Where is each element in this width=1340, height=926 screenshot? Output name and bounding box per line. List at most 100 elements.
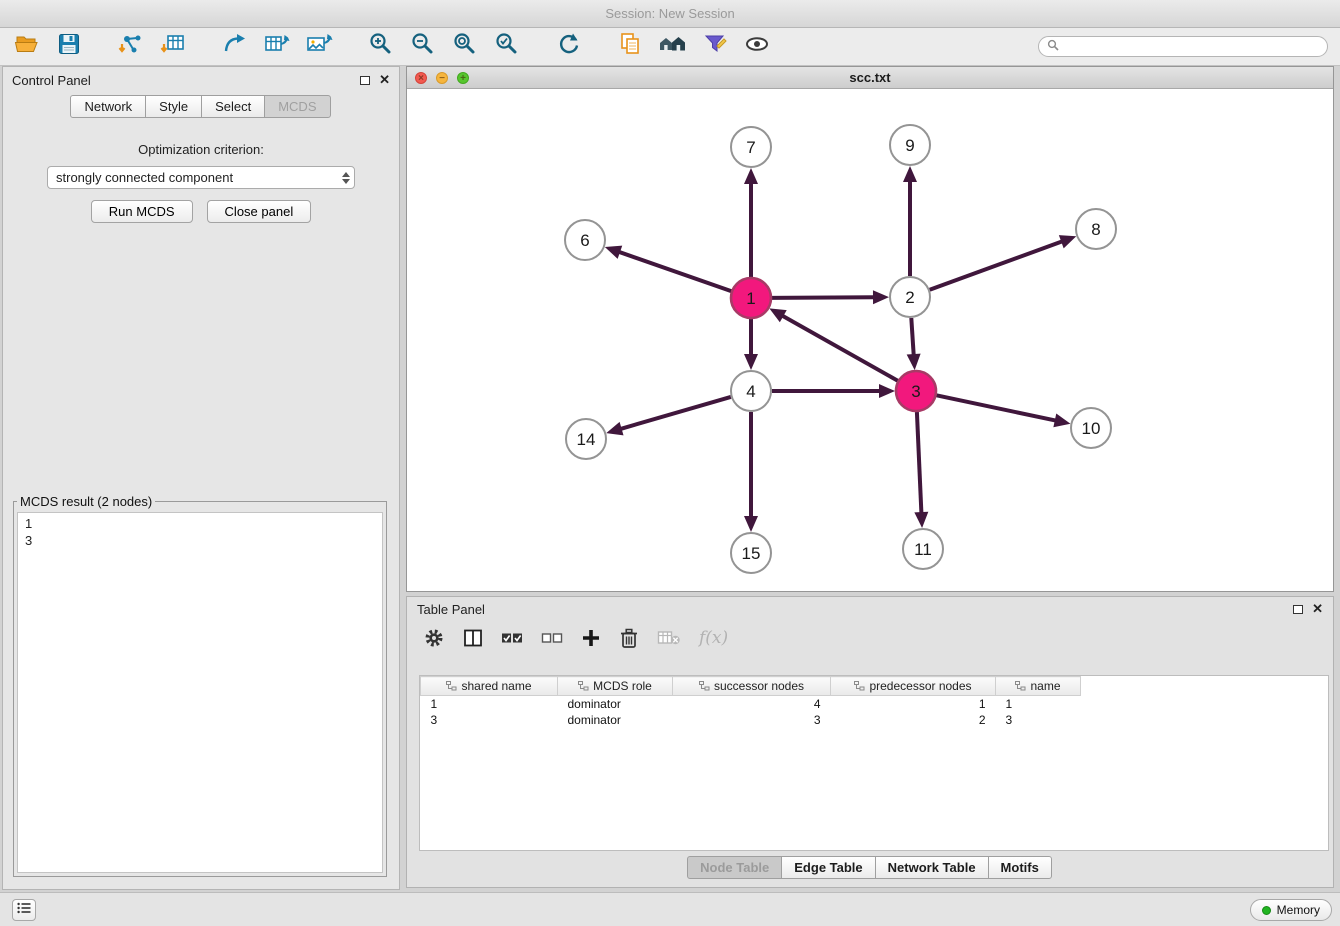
tab-select[interactable]: Select — [201, 95, 265, 118]
share-network-button[interactable] — [220, 33, 250, 61]
table-row[interactable]: 3dominator323 — [421, 712, 1101, 728]
import-network-button[interactable] — [116, 33, 146, 61]
edge-1-2[interactable] — [772, 297, 874, 298]
minimize-window-icon[interactable]: − — [436, 72, 448, 84]
column-header-predecessor-nodes[interactable]: predecessor nodes — [831, 677, 996, 696]
filter-icon — [702, 31, 728, 62]
node-11[interactable]: 11 — [903, 529, 943, 569]
network-window-titlebar[interactable]: × − + scc.txt — [407, 67, 1333, 89]
optimization-label: Optimization criterion: — [3, 142, 399, 157]
memory-status-icon — [1262, 906, 1271, 915]
node-2[interactable]: 2 — [890, 277, 930, 317]
close-window-icon[interactable]: × — [415, 72, 427, 84]
tab-style[interactable]: Style — [145, 95, 202, 118]
function-builder-button[interactable]: f(x) — [699, 625, 728, 651]
zoom-selected-button[interactable] — [492, 33, 522, 61]
show-columns-button[interactable] — [463, 625, 483, 651]
table-tab-edge-table[interactable]: Edge Table — [781, 856, 875, 879]
node-table[interactable]: shared nameMCDS rolesuccessor nodesprede… — [419, 675, 1329, 851]
zoom-in-button[interactable] — [366, 33, 396, 61]
select-all-button[interactable] — [501, 625, 523, 651]
node-4[interactable]: 4 — [731, 371, 771, 411]
memory-button[interactable]: Memory — [1250, 899, 1332, 921]
maximize-window-icon[interactable]: + — [457, 72, 469, 84]
zoom-out-button[interactable] — [408, 33, 438, 61]
cell-successor-nodes[interactable]: 3 — [673, 712, 831, 728]
edge-3-1[interactable] — [782, 316, 897, 381]
delete-row-button[interactable] — [619, 625, 639, 651]
export-table-button[interactable] — [262, 33, 292, 61]
edge-2-3[interactable] — [911, 318, 913, 355]
cell-MCDS-role[interactable]: dominator — [558, 712, 673, 728]
window-title: Session: New Session — [605, 6, 734, 21]
svg-text:2: 2 — [905, 288, 914, 307]
column-header-name[interactable]: name — [996, 677, 1081, 696]
control-panel-tabs: NetworkStyleSelectMCDS — [3, 95, 399, 118]
cell-name[interactable]: 3 — [996, 712, 1081, 728]
node-7[interactable]: 7 — [731, 127, 771, 167]
status-bar: Memory — [0, 892, 1340, 926]
mcds-result-item[interactable]: 3 — [25, 532, 375, 549]
network-manager-button[interactable] — [658, 33, 688, 61]
open-session-button[interactable] — [12, 33, 42, 61]
cell-shared-name[interactable]: 3 — [421, 712, 558, 728]
node-15[interactable]: 15 — [731, 533, 771, 573]
copy-button[interactable] — [616, 33, 646, 61]
node-14[interactable]: 14 — [566, 419, 606, 459]
table-tab-motifs[interactable]: Motifs — [988, 856, 1052, 879]
column-header-shared-name[interactable]: shared name — [421, 677, 558, 696]
window-titlebar: Session: New Session — [0, 0, 1340, 28]
node-1[interactable]: 1 — [731, 278, 771, 318]
column-header-MCDS-role[interactable]: MCDS role — [558, 677, 673, 696]
tab-network[interactable]: Network — [70, 95, 146, 118]
zoom-fit-button[interactable] — [450, 33, 480, 61]
cell-shared-name[interactable]: 1 — [421, 696, 558, 712]
table-tab-node-table[interactable]: Node Table — [687, 856, 782, 879]
edge-4-14[interactable] — [621, 397, 731, 429]
edge-1-6[interactable] — [619, 252, 731, 291]
close-panel-button[interactable]: Close panel — [207, 200, 312, 223]
cell-MCDS-role[interactable]: dominator — [558, 696, 673, 712]
node-10[interactable]: 10 — [1071, 408, 1111, 448]
delete-table-button[interactable] — [657, 625, 681, 651]
search-box[interactable] — [1038, 36, 1328, 57]
mcds-result-list[interactable]: 13 — [17, 512, 383, 873]
show-hide-button[interactable] — [742, 33, 772, 61]
open-folder-icon — [14, 32, 40, 61]
cell-successor-nodes[interactable]: 4 — [673, 696, 831, 712]
cell-predecessor-nodes[interactable]: 2 — [831, 712, 996, 728]
filter-button[interactable] — [700, 33, 730, 61]
search-input[interactable] — [1065, 39, 1319, 55]
tab-mcds[interactable]: MCDS — [264, 95, 330, 118]
table-tab-network-table[interactable]: Network Table — [875, 856, 989, 879]
node-8[interactable]: 8 — [1076, 209, 1116, 249]
edge-3-11[interactable] — [917, 412, 922, 513]
edge-2-8[interactable] — [930, 241, 1062, 289]
refresh-button[interactable] — [554, 33, 584, 61]
table-row[interactable]: 1dominator411 — [421, 696, 1101, 712]
close-table-panel-icon[interactable]: ✕ — [1312, 603, 1323, 615]
ui-panels-menu-button[interactable] — [12, 899, 36, 921]
edge-3-10[interactable] — [937, 395, 1056, 420]
table-settings-button[interactable] — [423, 625, 445, 651]
zoom-selected-icon — [494, 31, 520, 62]
node-6[interactable]: 6 — [565, 220, 605, 260]
close-panel-icon[interactable]: ✕ — [379, 74, 390, 86]
network-canvas[interactable]: 7 9 6 8 1 2 4 3 14 10 15 11 — [407, 89, 1333, 591]
mcds-result-item[interactable]: 1 — [25, 515, 375, 532]
import-table-button[interactable] — [158, 33, 188, 61]
optimization-dropdown[interactable]: strongly connected component — [47, 166, 355, 189]
cell-predecessor-nodes[interactable]: 1 — [831, 696, 996, 712]
column-header-successor-nodes[interactable]: successor nodes — [673, 677, 831, 696]
add-row-button[interactable] — [581, 625, 601, 651]
cell-name[interactable]: 1 — [996, 696, 1081, 712]
node-3[interactable]: 3 — [896, 371, 936, 411]
table-toolbar: f(x) — [407, 621, 1333, 655]
deselect-all-button[interactable] — [541, 625, 563, 651]
save-session-button[interactable] — [54, 33, 84, 61]
run-mcds-button[interactable]: Run MCDS — [91, 200, 193, 223]
float-panel-icon[interactable] — [360, 76, 370, 85]
export-image-button[interactable] — [304, 33, 334, 61]
float-table-panel-icon[interactable] — [1293, 605, 1303, 614]
node-9[interactable]: 9 — [890, 125, 930, 165]
